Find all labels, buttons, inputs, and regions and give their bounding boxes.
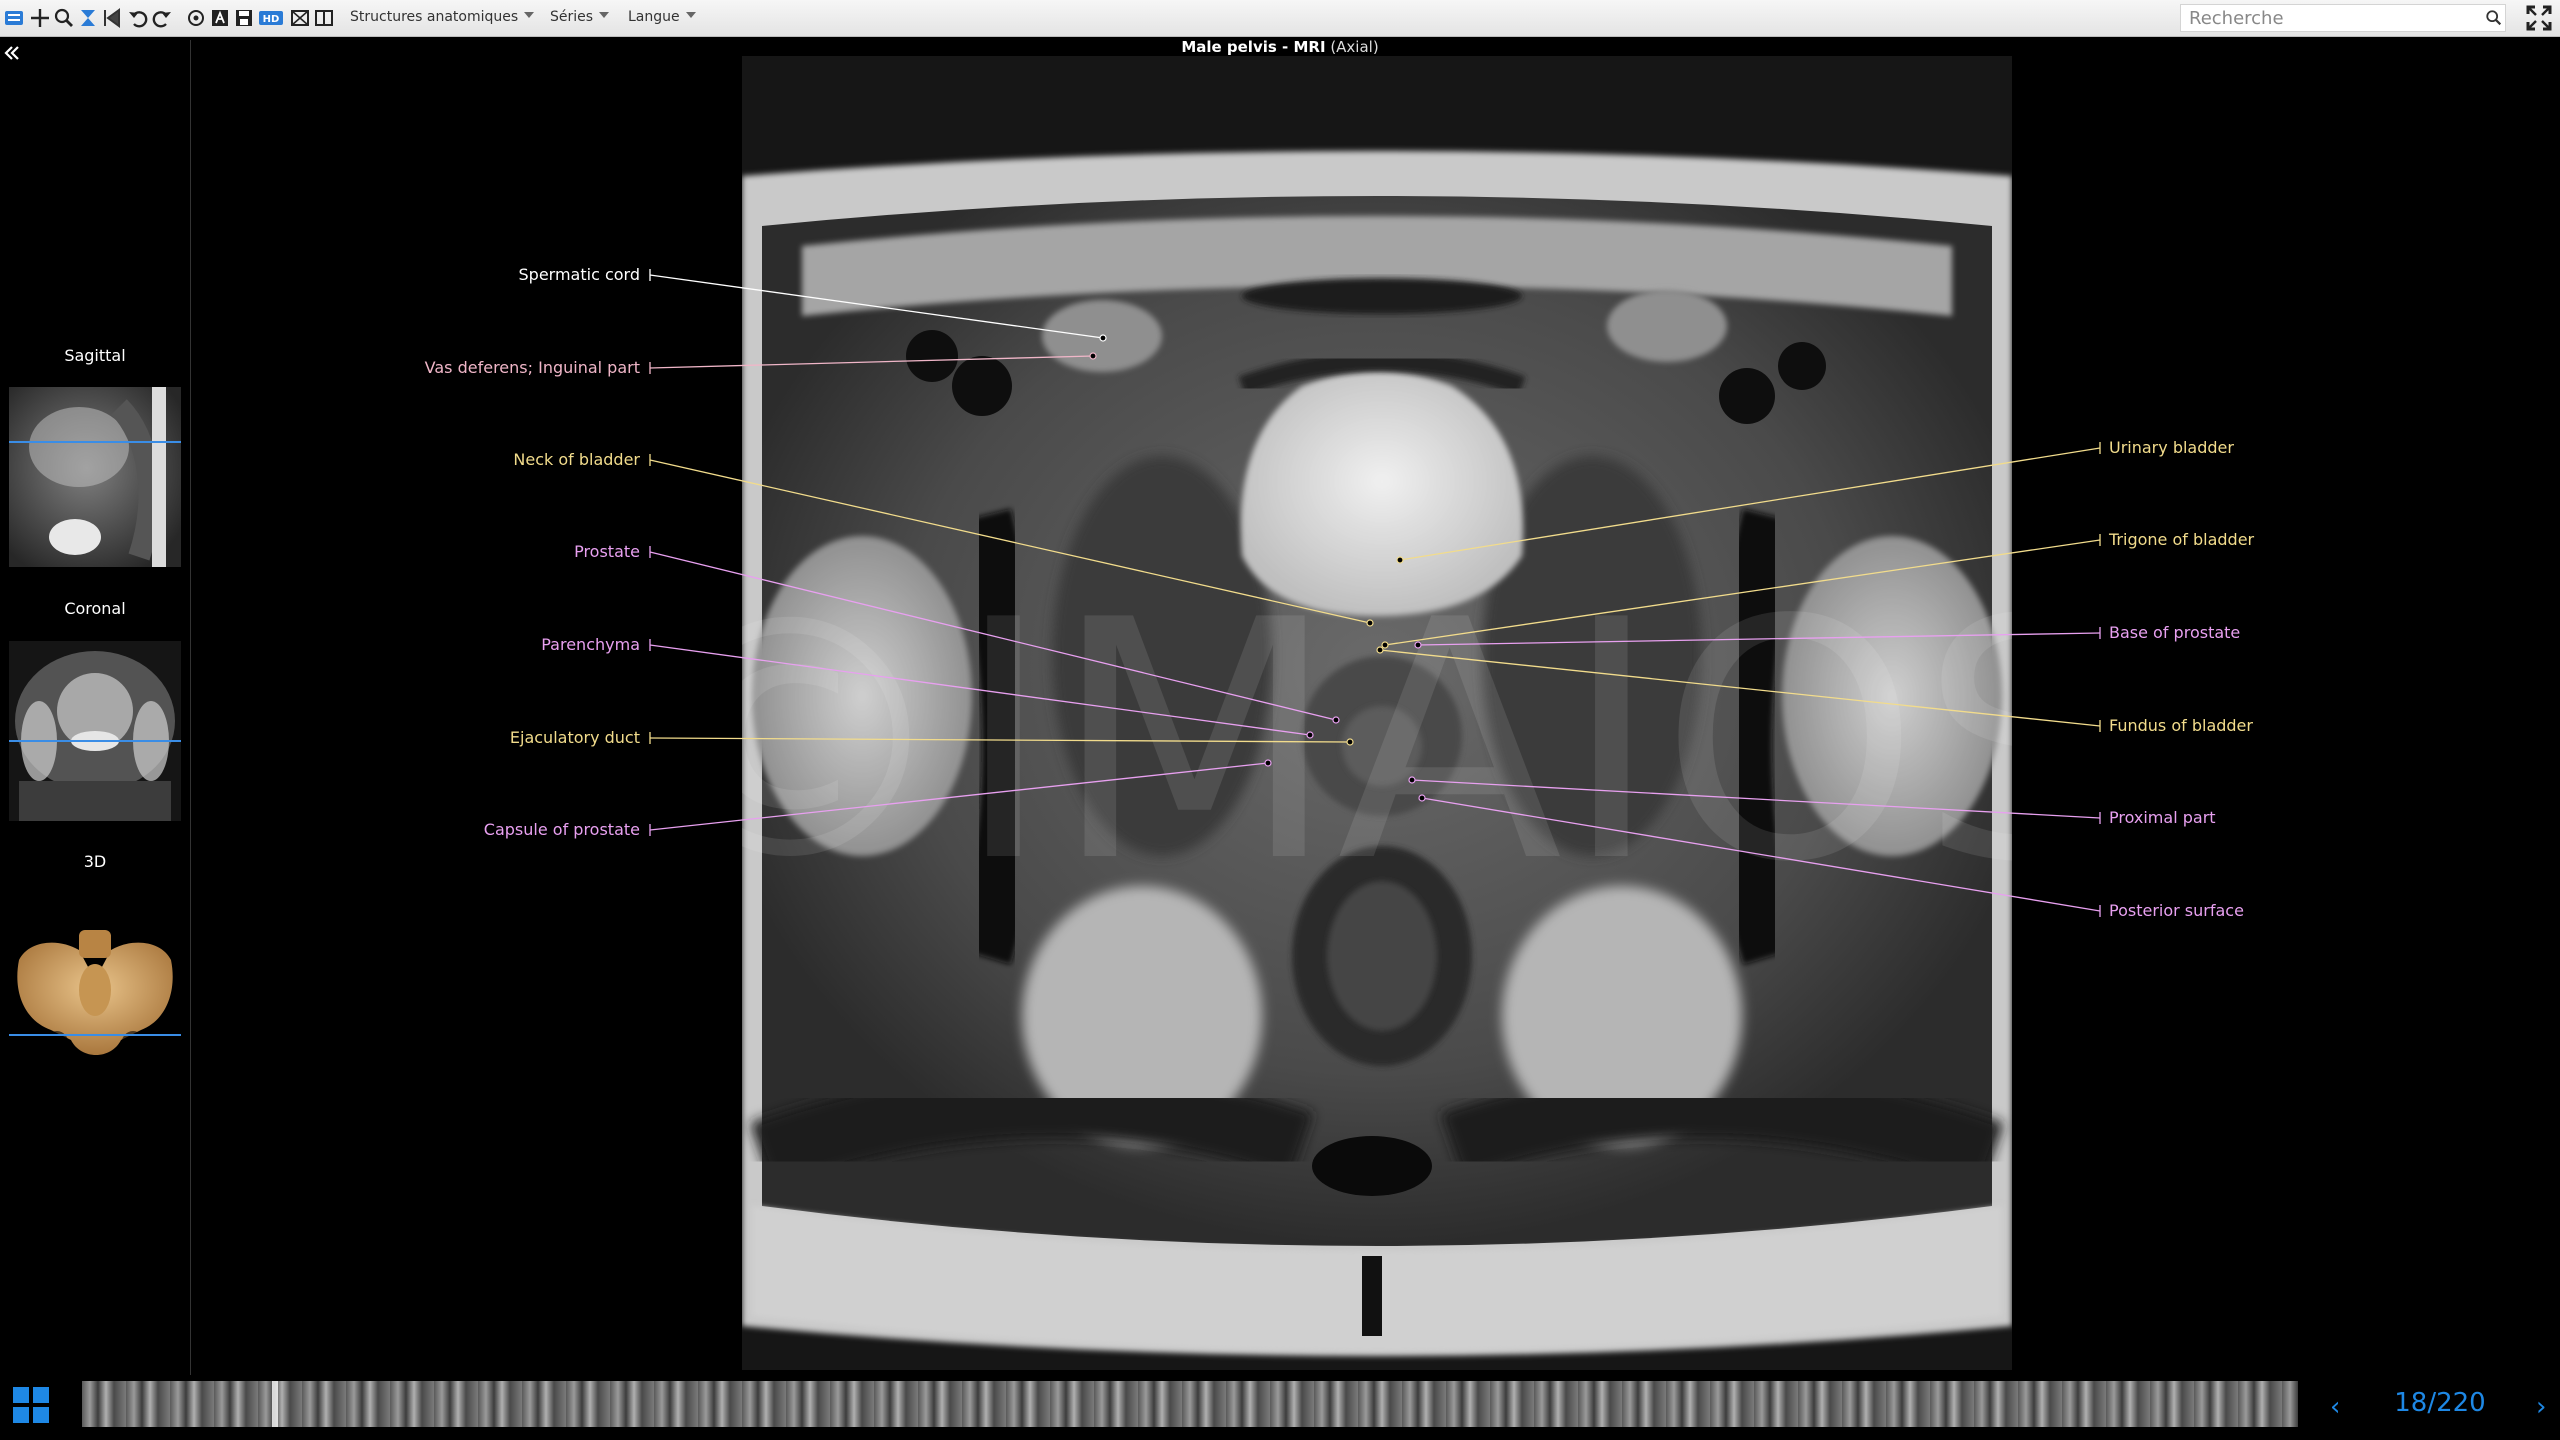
- view-label-coronal: Coronal: [64, 599, 126, 618]
- slice-filmstrip[interactable]: [82, 1381, 2298, 1427]
- menu-anatomical-structures[interactable]: Structures anatomiques: [350, 9, 535, 27]
- filmstrip-current-marker: [272, 1381, 278, 1427]
- previous-slice-button[interactable]: ‹: [2330, 1392, 2340, 1422]
- layers-icon[interactable]: [4, 8, 24, 28]
- grid-view-icon[interactable]: [12, 1386, 50, 1424]
- hd-icon[interactable]: HD: [258, 8, 284, 28]
- thumbnail-coronal[interactable]: [9, 641, 181, 821]
- redo-icon[interactable]: [152, 8, 172, 28]
- label-parenchyma[interactable]: Parenchyma: [541, 635, 640, 654]
- label-capsule-of-prostate[interactable]: Capsule of prostate: [484, 820, 640, 839]
- first-slice-icon[interactable]: [102, 8, 122, 28]
- viewer-title: Male pelvis - MRI (Axial): [0, 38, 2560, 56]
- next-slice-button[interactable]: ›: [2536, 1392, 2546, 1422]
- label-posterior-surface[interactable]: Posterior surface: [2109, 901, 2244, 920]
- undo-icon[interactable]: [128, 8, 148, 28]
- menu-label: Structures anatomiques: [350, 9, 519, 25]
- label-vas-deferens-inguinal-part[interactable]: Vas deferens; Inguinal part: [425, 358, 640, 377]
- search-icon[interactable]: [2485, 9, 2503, 27]
- series-title: Male pelvis - MRI: [1181, 38, 1326, 56]
- label-prostate[interactable]: Prostate: [574, 542, 640, 561]
- zoom-icon[interactable]: [54, 8, 74, 28]
- view-label-3d: 3D: [83, 852, 107, 871]
- side-panel: Sagittal Coronal 3D: [0, 40, 191, 1375]
- menu-label: Séries: [550, 9, 594, 25]
- search-input[interactable]: [2180, 4, 2506, 32]
- contrast-icon[interactable]: [78, 8, 98, 28]
- label-trigone-of-bladder[interactable]: Trigone of bladder: [2109, 530, 2254, 549]
- watermark: ©IMAIOS: [742, 550, 2012, 934]
- chevron-down-icon: [599, 12, 610, 18]
- chevron-down-icon: [524, 12, 535, 18]
- pelvis-3d-image: [9, 920, 181, 1100]
- collapse-panel-icon[interactable]: [4, 45, 20, 61]
- mri-axial-slice-image: ©IMAIOS: [742, 56, 2012, 1370]
- chevron-down-icon: [685, 12, 696, 18]
- slice-counter: 18/220: [2394, 1388, 2486, 1418]
- label-proximal-part[interactable]: Proximal part: [2109, 808, 2216, 827]
- save-icon[interactable]: [234, 8, 254, 28]
- toolbar: HD Structures anatomiques Séries Langue: [0, 0, 2560, 37]
- screenshot-icon[interactable]: [290, 8, 310, 28]
- sagittal-thumbnail-image: [9, 387, 181, 567]
- menu-language[interactable]: Langue: [628, 9, 696, 27]
- move-icon[interactable]: [30, 8, 50, 28]
- label-fundus-of-bladder[interactable]: Fundus of bladder: [2109, 716, 2253, 735]
- series-orientation: (Axial): [1330, 38, 1379, 56]
- label-urinary-bladder[interactable]: Urinary bladder: [2109, 438, 2234, 457]
- reset-icon[interactable]: [186, 8, 206, 28]
- fullscreen-icon[interactable]: [2526, 5, 2552, 31]
- label-spermatic-cord[interactable]: Spermatic cord: [519, 265, 640, 284]
- coronal-thumbnail-image: [9, 641, 181, 821]
- label-base-of-prostate[interactable]: Base of prostate: [2109, 623, 2240, 642]
- label-ejaculatory-duct[interactable]: Ejaculatory duct: [510, 728, 640, 747]
- label-neck-of-bladder[interactable]: Neck of bladder: [513, 450, 640, 469]
- view-label-sagittal: Sagittal: [64, 346, 126, 365]
- annotation-icon[interactable]: [210, 8, 230, 28]
- thumbnail-3d[interactable]: [9, 920, 181, 1100]
- thumbnail-sagittal[interactable]: [9, 387, 181, 567]
- split-view-icon[interactable]: [314, 8, 334, 28]
- menu-series[interactable]: Séries: [550, 9, 610, 27]
- mri-viewer[interactable]: ©IMAIOS: [742, 56, 2012, 1370]
- svg-text:HD: HD: [263, 14, 280, 25]
- menu-label: Langue: [628, 9, 680, 25]
